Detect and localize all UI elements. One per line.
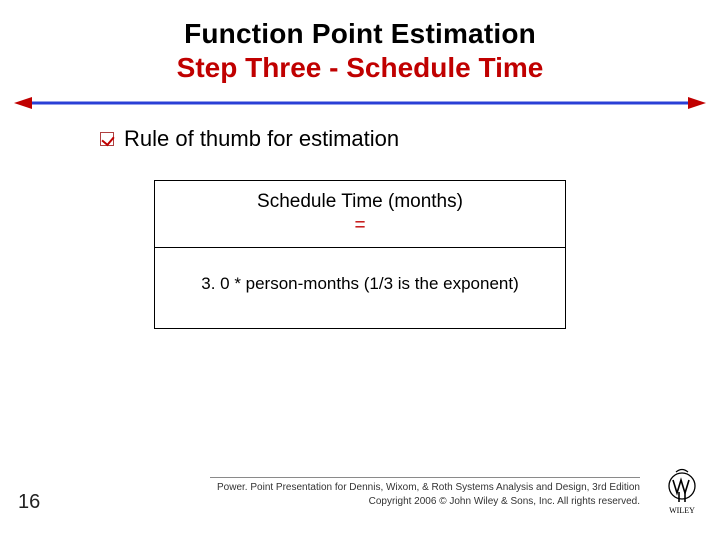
- formula-equals: =: [167, 215, 553, 237]
- formula-header-text: Schedule Time (months): [167, 191, 553, 213]
- slide: Function Point Estimation Step Three - S…: [0, 0, 720, 540]
- slide-title: Function Point Estimation Step Three - S…: [0, 18, 720, 84]
- formula-table: Schedule Time (months) = 3. 0 * person-m…: [154, 180, 566, 329]
- formula-body-cell: 3. 0 * person-months (1/3 is the exponen…: [155, 248, 565, 328]
- formula-header-cell: Schedule Time (months) =: [155, 181, 565, 248]
- publisher-logo: WILEY: [658, 468, 706, 516]
- page-number: 16: [18, 491, 40, 514]
- bullet-text: Rule of thumb for estimation: [124, 126, 399, 152]
- footer-line-2: Copyright 2006 © John Wiley & Sons, Inc.…: [210, 495, 640, 509]
- formula-body-text: 3. 0 * person-months (1/3 is the exponen…: [201, 274, 519, 293]
- publisher-name: WILEY: [669, 506, 695, 515]
- footer-line-1: Power. Point Presentation for Dennis, Wi…: [210, 481, 640, 495]
- bullet-item: Rule of thumb for estimation: [100, 126, 399, 152]
- checkbox-bullet-icon: [100, 132, 114, 146]
- title-line-1: Function Point Estimation: [0, 18, 720, 50]
- title-line-2: Step Three - Schedule Time: [0, 52, 720, 84]
- divider-arrow: [14, 96, 706, 110]
- double-arrow-icon: [14, 96, 706, 110]
- footer-text: Power. Point Presentation for Dennis, Wi…: [210, 481, 640, 508]
- footer-rule: [210, 477, 640, 478]
- wiley-logo-icon: WILEY: [658, 468, 706, 516]
